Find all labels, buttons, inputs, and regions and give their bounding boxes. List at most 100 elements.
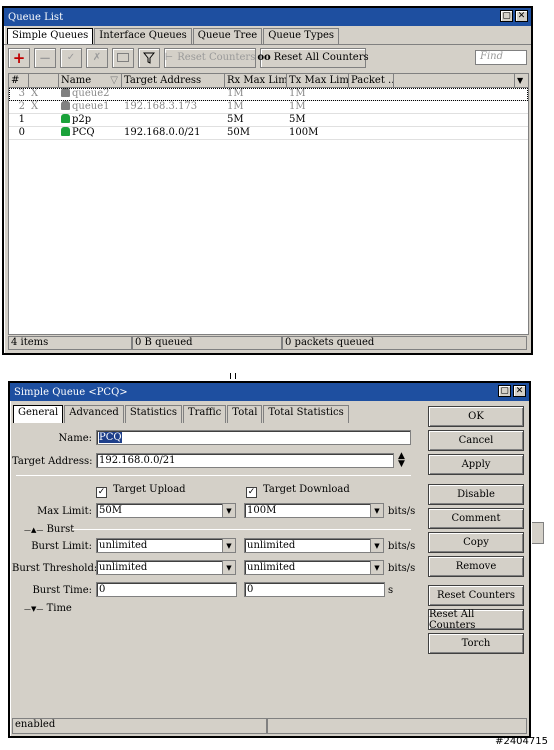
maximize-button[interactable]: ▢ (500, 10, 513, 22)
row-name-text: PCQ (72, 127, 95, 138)
name-field[interactable]: PCQ (96, 430, 411, 445)
tab-queue-types[interactable]: Queue Types (263, 28, 340, 44)
sort-icon: ▽ (110, 75, 118, 86)
comment-button[interactable]: Comment (428, 508, 524, 529)
torch-button[interactable]: Torch (428, 633, 524, 654)
time-section-toggle[interactable]: —▼— Time (24, 603, 72, 614)
columns-dropdown[interactable]: ▼ (514, 74, 528, 87)
find-input[interactable]: Find (475, 50, 527, 65)
table-row[interactable]: 2 X queue1 192.168.3.173 1M 1M (9, 101, 528, 114)
burst-time-upload-field[interactable]: 0 (96, 582, 237, 597)
row-tx: 1M (289, 101, 306, 112)
status-packets: 0 packets queued (282, 336, 527, 350)
max-limit-download-field[interactable]: 100M (244, 503, 371, 518)
table-row[interactable]: 3 X queue2 1M 1M (9, 88, 528, 101)
col-spacer (394, 74, 514, 87)
tab-total-statistics[interactable]: Total Statistics (263, 405, 349, 423)
copy-button[interactable]: Copy (428, 532, 524, 553)
reset-all-icon: oo (257, 52, 271, 63)
collapse-icon: —▲— (24, 526, 44, 534)
row-name: queue1 (59, 101, 122, 113)
target-address-field[interactable]: 192.168.0.0/21 (96, 453, 394, 468)
filter-button[interactable] (138, 47, 160, 68)
row-name-text: queue1 (72, 101, 110, 112)
comment-button[interactable] (112, 47, 134, 68)
col-target-address[interactable]: Target Address (122, 74, 225, 87)
dropdown-arrow-icon[interactable]: ▼ (222, 560, 236, 575)
row-flag: X (31, 88, 39, 99)
tab-general[interactable]: General (13, 405, 64, 423)
table-row[interactable]: 0 PCQ 192.168.0.0/21 50M 100M (9, 127, 528, 140)
burst-time-unit: s (388, 585, 394, 596)
queue-icon (61, 127, 70, 136)
reset-counters-button[interactable]: ⊢ Reset Counters (164, 47, 256, 68)
remove-button[interactable]: Remove (428, 556, 524, 577)
burst-time-label: Burst Time: (32, 585, 92, 596)
tab-traffic[interactable]: Traffic (182, 405, 227, 423)
burst-limit-download-field[interactable]: unlimited (244, 538, 371, 553)
burst-time-download-field[interactable]: 0 (244, 582, 385, 597)
col-tx-max-limit[interactable]: Tx Max Limit (287, 74, 349, 87)
close-button[interactable]: ✕ (513, 385, 526, 397)
burst-section-label: Burst (46, 524, 75, 535)
cancel-button[interactable]: Cancel (428, 430, 524, 451)
close-button[interactable]: ✕ (515, 10, 528, 22)
updown-icon[interactable]: ▲ ▼ (398, 452, 405, 469)
col-rx-max-limit[interactable]: Rx Max Limit (225, 74, 287, 87)
max-limit-upload-field[interactable]: 50M (96, 503, 223, 518)
burst-threshold-download-field[interactable]: unlimited (244, 560, 371, 575)
add-button[interactable]: + (8, 47, 30, 68)
status-items: 4 items (8, 336, 132, 350)
col-number[interactable]: # (9, 74, 29, 87)
check-icon: ✓ (66, 52, 76, 63)
tab-advanced[interactable]: Advanced (64, 405, 124, 423)
row-rx: 1M (227, 101, 244, 112)
disable-button[interactable]: Disable (428, 484, 524, 505)
table-row[interactable]: 1 p2p 5M 5M (9, 114, 528, 127)
row-rx: 50M (227, 127, 250, 138)
row-rx: 1M (227, 88, 244, 99)
tab-interface-queues[interactable]: Interface Queues (94, 28, 192, 44)
tab-simple-queues[interactable]: Simple Queues (7, 28, 94, 44)
row-target (122, 88, 225, 100)
burst-limit-upload-field[interactable]: unlimited (96, 538, 223, 553)
remove-button[interactable]: − (34, 47, 56, 68)
reset-counters-button[interactable]: Reset Counters (428, 585, 524, 606)
col-flag[interactable] (29, 74, 59, 87)
dropdown-arrow-icon[interactable]: ▼ (370, 503, 384, 518)
burst-section-toggle[interactable]: —▲— Burst (24, 524, 74, 535)
tab-statistics[interactable]: Statistics (124, 405, 182, 423)
ok-button[interactable]: OK (428, 406, 524, 427)
tab-queue-tree[interactable]: Queue Tree (192, 28, 263, 44)
enable-button[interactable]: ✓ (60, 47, 82, 68)
reset-all-counters-button[interactable]: oo Reset All Counters (257, 47, 369, 68)
maximize-button[interactable]: ▢ (498, 385, 511, 397)
disable-button[interactable]: ✗ (86, 47, 108, 68)
row-name: p2p (59, 114, 122, 126)
target-download-checkbox[interactable]: ✓ Target Download (246, 484, 350, 498)
dropdown-arrow-icon[interactable]: ▼ (222, 538, 236, 553)
queue-list-titlebar[interactable]: Queue List ▢ ✕ (4, 8, 531, 26)
divider (72, 529, 411, 530)
reset-all-counters-button[interactable]: Reset All Counters (428, 609, 524, 631)
name-label: Name: (58, 433, 92, 444)
col-name[interactable]: Name ▽ (59, 74, 122, 87)
window-title: Queue List (8, 11, 64, 23)
dropdown-arrow-icon[interactable]: ▼ (222, 503, 236, 518)
dropdown-arrow-icon[interactable]: ▼ (370, 560, 384, 575)
burst-threshold-upload-field[interactable]: unlimited (96, 560, 223, 575)
reset-counters-label: Reset Counters (177, 52, 256, 63)
reset-icon: ⊢ (164, 52, 174, 63)
tab-total[interactable]: Total (227, 405, 263, 423)
col-packet[interactable]: Packet ... (349, 74, 394, 87)
x-icon: ✗ (92, 52, 102, 63)
apply-button[interactable]: Apply (428, 454, 524, 475)
queue-toolbar: + − ✓ ✗ ⊢ Reset Counters oo Reset All Coun… (4, 44, 531, 70)
target-upload-checkbox[interactable]: ✓ Target Upload (96, 484, 186, 498)
dialog-titlebar[interactable]: Simple Queue <PCQ> ▢ ✕ (10, 383, 529, 401)
window-edge-mark (532, 522, 544, 544)
dropdown-arrow-icon[interactable]: ▼ (370, 538, 384, 553)
max-limit-label: Max Limit: (37, 506, 92, 517)
row-number: 1 (18, 114, 25, 125)
row-tx: 1M (289, 88, 306, 99)
